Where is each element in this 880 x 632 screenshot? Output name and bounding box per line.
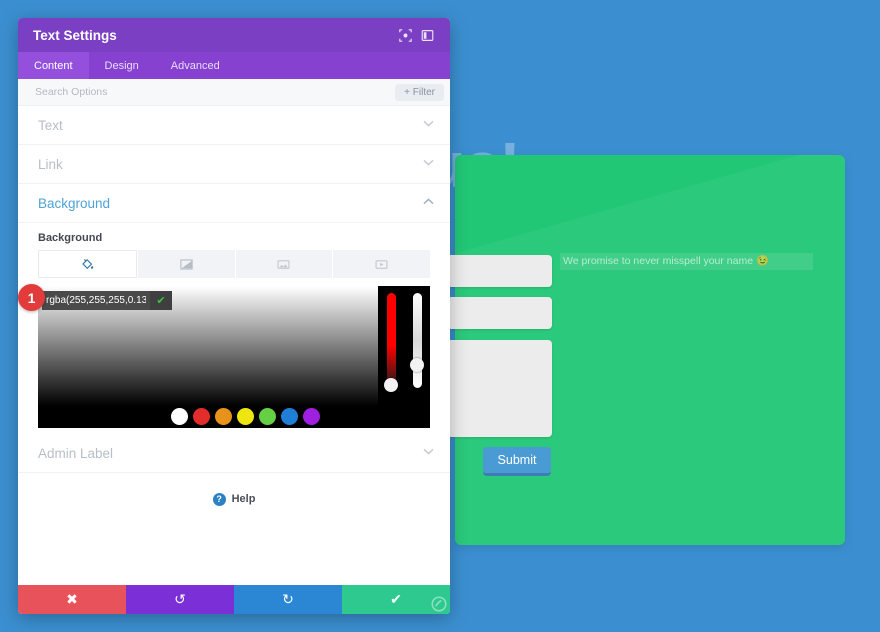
color-value-input[interactable]	[42, 291, 150, 310]
color-swatch-3[interactable]	[214, 407, 232, 425]
redo-button[interactable]: ↻	[234, 585, 342, 614]
help-label: Help	[231, 493, 256, 505]
video-icon	[375, 259, 388, 269]
search-row: + Filter	[18, 79, 450, 106]
gradient-icon	[179, 258, 193, 270]
help-row[interactable]: ? Help	[18, 473, 450, 525]
undo-button[interactable]: ↺	[126, 585, 234, 614]
background-color-tab[interactable]	[38, 250, 137, 278]
background-gradient-tab[interactable]	[137, 250, 235, 278]
color-swatch-2[interactable]	[192, 407, 210, 425]
chevron-down-icon	[423, 159, 434, 169]
focus-mode-glyph	[398, 28, 412, 42]
modal-tab-bar: Content Design Advanced	[18, 52, 450, 79]
color-confirm-button[interactable]: ✔	[150, 291, 172, 310]
paint-bucket-icon	[82, 258, 94, 269]
alpha-slider-handle[interactable]	[410, 358, 424, 373]
search-input[interactable]	[35, 86, 396, 98]
modal-header: Text Settings	[18, 18, 450, 52]
background-panel: Background rgba(255,255,255,0.13) ✔	[18, 232, 450, 434]
section-text[interactable]: Text	[18, 106, 450, 145]
tab-design[interactable]: Design	[89, 52, 155, 79]
saturation-area[interactable]: ✔	[38, 286, 378, 406]
section-text-label: Text	[38, 117, 63, 133]
background-field-label: Background	[38, 232, 103, 244]
chevron-up-icon	[423, 198, 434, 208]
text-settings-modal: Text Settings Content Design Advanced + …	[18, 18, 450, 614]
submit-button[interactable]: Submit	[483, 447, 551, 476]
color-swatch-7[interactable]	[302, 407, 320, 425]
hue-slider[interactable]	[384, 293, 398, 393]
color-picker[interactable]: ✔	[38, 286, 430, 406]
filter-button[interactable]: + Filter	[395, 83, 444, 101]
cancel-button[interactable]: ✖	[18, 585, 126, 614]
focus-mode-icon[interactable]	[394, 24, 416, 46]
background-video-tab[interactable]	[333, 250, 430, 278]
picker-sliders	[378, 286, 430, 406]
section-admin-label[interactable]: Admin Label	[18, 434, 450, 473]
page-title: Text Settings	[33, 27, 117, 43]
section-background-label: Background	[38, 195, 111, 211]
color-swatch-5[interactable]	[258, 407, 276, 425]
modal-body: Text Link Background Background rgba(255…	[18, 106, 450, 585]
section-link[interactable]: Link	[18, 145, 450, 184]
alpha-slider[interactable]	[410, 293, 424, 388]
image-icon	[277, 259, 290, 269]
color-swatches	[38, 406, 430, 428]
section-background[interactable]: Background	[18, 184, 450, 223]
section-admin-label-label: Admin Label	[38, 445, 114, 461]
modal-footer: ✖ ↺ ↻ ✔	[18, 585, 450, 614]
background-image-tab[interactable]	[235, 250, 333, 278]
chevron-down-icon	[423, 448, 434, 458]
color-swatch-0[interactable]	[148, 407, 166, 425]
split-panel-glyph	[421, 29, 433, 41]
chevron-down-icon	[423, 120, 434, 130]
help-icon: ?	[212, 492, 226, 506]
color-swatch-6[interactable]	[280, 407, 298, 425]
save-button[interactable]: ✔	[342, 585, 450, 614]
section-link-label: Link	[38, 156, 63, 172]
color-value-wrap: ✔	[42, 291, 172, 310]
step-badge: 1	[18, 284, 45, 311]
hue-slider-handle[interactable]	[384, 378, 398, 393]
tab-content[interactable]: Content	[18, 52, 89, 79]
split-panel-icon[interactable]	[416, 24, 438, 46]
promise-note: We promise to never misspell your name 😉	[560, 253, 813, 270]
color-swatch-1[interactable]	[170, 407, 188, 425]
background-type-tabs	[38, 250, 430, 278]
color-swatch-4[interactable]	[236, 407, 254, 425]
tab-advanced[interactable]: Advanced	[155, 52, 236, 79]
